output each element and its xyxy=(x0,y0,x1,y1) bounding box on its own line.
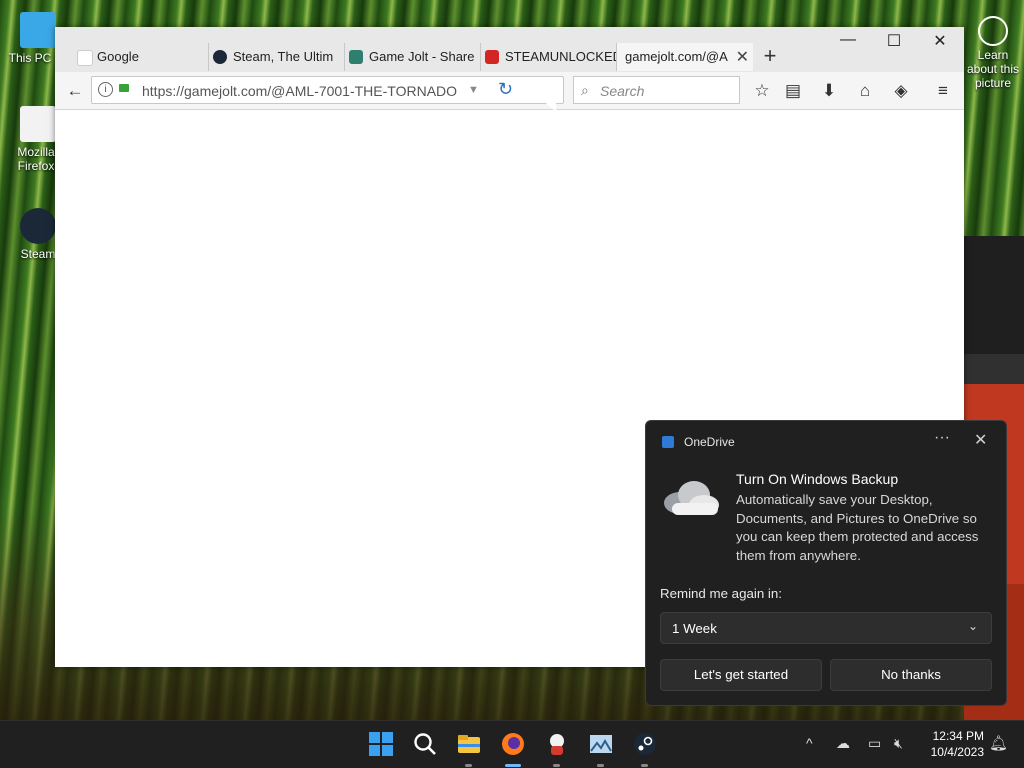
chevron-down-icon: ⌄ xyxy=(967,619,978,633)
remind-label: Remind me again in: xyxy=(660,586,782,601)
firefox-shortcut-icon xyxy=(20,106,56,142)
windows-start-icon[interactable] xyxy=(368,731,394,757)
desktop-icon-label: Steam xyxy=(20,247,56,261)
notification-app-name: OneDrive xyxy=(684,435,735,449)
home-icon: ⌂ xyxy=(859,81,871,100)
camera-icon xyxy=(978,16,1008,46)
tab-label: Game Jolt - Share xyxy=(369,49,475,64)
speaker-muted-icon[interactable]: 🔇︎ xyxy=(894,735,903,752)
pocket-button[interactable]: ◈ xyxy=(888,78,914,104)
minimize-button[interactable]: — xyxy=(825,31,871,53)
steam-favicon xyxy=(213,50,227,64)
menu-button[interactable]: ≡ xyxy=(930,78,956,104)
learn-about-picture[interactable]: Learn about this picture xyxy=(962,16,1024,90)
learn-about-picture-label: Learn about this picture xyxy=(966,48,1020,90)
close-tab-icon[interactable]: ✕ xyxy=(736,47,749,67)
clock-time: 12:34 PM xyxy=(932,729,984,743)
steam-icon xyxy=(20,208,56,244)
desktop-icon-label: This PC xyxy=(8,51,52,65)
notification-bell-icon[interactable]: 🔔︎ xyxy=(989,734,1008,752)
clock-date: 10/4/2023 xyxy=(930,745,984,759)
search-placeholder: Search xyxy=(600,83,645,99)
steam-icon[interactable] xyxy=(632,731,658,757)
search-icon: ⌕ xyxy=(581,82,589,98)
reading-list-button[interactable]: ▤ xyxy=(780,78,806,104)
computer-icon xyxy=(20,12,56,48)
tab-label: Steam, The Ultim xyxy=(233,49,334,64)
tab-label: Google xyxy=(97,49,139,64)
maximize-button[interactable]: ☐ xyxy=(871,31,917,53)
new-tab-button[interactable]: + xyxy=(760,43,780,69)
desktop-icon-label: Mozilla Firefox xyxy=(17,145,55,173)
back-arrow-icon: ← xyxy=(66,81,84,100)
tab-bar: Google Steam, The Ultim Game Jolt - Shar… xyxy=(55,27,964,72)
file-explorer-icon[interactable] xyxy=(456,731,482,757)
clock[interactable]: 12:34 PM 10/4/2023 xyxy=(912,728,984,760)
notification-title: Turn On Windows Backup xyxy=(736,471,899,487)
remind-interval-value: 1 Week xyxy=(672,621,717,636)
navigation-toolbar: ← i https://gamejolt.com/@AML-7001-THE-T… xyxy=(55,72,964,110)
close-window-button[interactable]: ✕ xyxy=(917,31,963,53)
tab-gamejolt-profile[interactable]: gamejolt.com/@A ✕ xyxy=(617,43,753,71)
display-icon[interactable]: ▭ xyxy=(868,735,881,752)
tab-label: gamejolt.com/@A xyxy=(625,49,728,64)
home-button[interactable]: ⌂ xyxy=(852,78,878,104)
pocket-icon: ◈ xyxy=(894,81,908,100)
more-options-icon[interactable]: ··· xyxy=(934,429,950,447)
tab-label: STEAMUNLOCKED xyxy=(505,49,617,64)
cloud-icon xyxy=(664,481,719,515)
tab-steam[interactable]: Steam, The Ultim xyxy=(209,43,345,71)
image-app-icon[interactable] xyxy=(588,731,614,757)
clipboard-icon: ▤ xyxy=(784,81,802,100)
remind-interval-select[interactable]: 1 Week ⌄ xyxy=(660,612,992,644)
hamburger-menu-icon: ≡ xyxy=(938,81,948,100)
notification-body: Automatically save your Desktop, Documen… xyxy=(736,492,979,563)
steamunlocked-favicon xyxy=(485,50,499,64)
search-bar[interactable]: ⌕ Search xyxy=(573,76,740,104)
onedrive-notification: OneDrive ··· ✕ Turn On Windows Backup Au… xyxy=(645,420,1007,706)
lock-icon xyxy=(119,84,129,92)
back-button[interactable]: ← xyxy=(62,78,88,104)
taskbar: ^ ☁ ▭ 🔇︎ 12:34 PM 10/4/2023 🔔︎ xyxy=(0,720,1024,768)
url-bar[interactable]: i https://gamejolt.com/@AML-7001-THE-TOR… xyxy=(91,76,564,104)
onedrive-icon xyxy=(662,436,674,448)
bookmark-star-button[interactable]: ☆ xyxy=(749,78,775,104)
tab-steamunlocked[interactable]: STEAMUNLOCKED xyxy=(481,43,617,71)
star-icon: ☆ xyxy=(754,81,770,100)
lets-get-started-button[interactable]: Let's get started xyxy=(660,659,822,691)
google-favicon xyxy=(77,50,93,66)
downloads-button[interactable]: ⬇ xyxy=(816,78,842,104)
gamejolt-favicon xyxy=(349,50,363,64)
site-info-icon[interactable]: i xyxy=(98,82,113,97)
tab-google[interactable]: Google xyxy=(73,43,209,71)
download-arrow-icon: ⬇ xyxy=(821,81,837,100)
show-hidden-icons-chevron-icon[interactable]: ^ xyxy=(806,735,813,751)
firefox-icon[interactable] xyxy=(500,731,526,757)
mascot-app-icon[interactable] xyxy=(544,731,570,757)
reload-icon[interactable]: ↻ xyxy=(498,79,513,100)
close-notification-icon[interactable]: ✕ xyxy=(974,430,987,450)
search-icon[interactable] xyxy=(412,731,438,757)
url-dropdown-icon[interactable]: ▼ xyxy=(468,84,479,96)
tab-gamejolt[interactable]: Game Jolt - Share xyxy=(345,43,481,71)
onedrive-tray-icon[interactable]: ☁ xyxy=(836,735,850,752)
no-thanks-button[interactable]: No thanks xyxy=(830,659,992,691)
url-text[interactable]: https://gamejolt.com/@AML-7001-THE-TORNA… xyxy=(142,83,457,99)
